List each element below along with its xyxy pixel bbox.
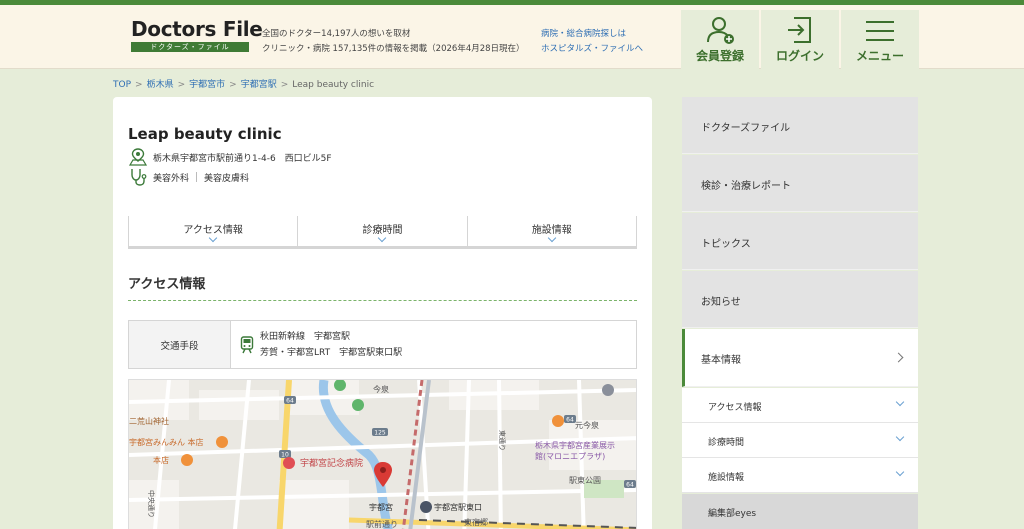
sidebar-item-basic-info[interactable]: 基本情報	[682, 329, 918, 387]
restaurant-poi-icon	[552, 415, 564, 427]
map-label-sangyo-2: 館(マロニエプラザ)	[535, 451, 605, 461]
chevron-down-icon	[895, 397, 905, 407]
school-poi-icon	[602, 384, 614, 396]
access-section-title: アクセス情報	[128, 277, 206, 292]
route-marker-64c: 64	[626, 482, 634, 489]
hamburger-menu-icon	[866, 21, 894, 41]
login-icon	[788, 17, 811, 43]
restaurant-poi-icon	[216, 436, 228, 448]
login-button[interactable]: ログイン	[761, 10, 839, 71]
sidebar-item-news[interactable]: お知らせ	[682, 271, 918, 328]
map-label-minmin: 宇都宮みんみん 本店	[129, 437, 204, 447]
chevron-right-icon	[893, 352, 904, 363]
map-label-utsunomiya: 宇都宮	[369, 502, 393, 512]
tab-facility[interactable]: 施設情報	[466, 216, 637, 246]
section-divider	[128, 300, 637, 301]
sidebar-sub-editor-eyes[interactable]: 編集部eyes	[682, 494, 918, 529]
hospitals-link-line1: 病院・総合病院探しは	[541, 29, 627, 39]
breadcrumb-current: Leap beauty clinic	[292, 80, 375, 90]
sidebar-item-label: 検診・治療レポート	[701, 181, 791, 192]
map-label-imaizumi: 今泉	[373, 384, 389, 394]
chevron-down-icon	[895, 432, 905, 442]
clinic-name: Leap beauty clinic	[128, 125, 282, 143]
tagline-line2: クリニック・病院 157,135件の情報を掲載（2026年4月28日現在）	[262, 44, 525, 54]
breadcrumb-prefecture[interactable]: 栃木県	[147, 80, 174, 90]
specialty-cosmetic-dermatology: 美容皮膚科	[204, 173, 250, 184]
sidebar-item-topics[interactable]: トピックス	[682, 213, 918, 270]
menu-label: メニュー	[855, 49, 904, 63]
specialty-divider	[196, 172, 198, 182]
map-label-ekimaedori: 駅前通り	[366, 519, 398, 529]
sidebar-item-label: ドクターズファイル	[701, 123, 791, 134]
sidebar-item-label: お知らせ	[701, 297, 741, 308]
tab-access[interactable]: アクセス情報	[128, 216, 297, 246]
chevron-down-icon	[895, 467, 905, 477]
map-pin-icon	[128, 148, 148, 166]
station-poi-icon	[420, 501, 432, 513]
doctors-file-logo[interactable]: Doctors File ドクターズ・ファイル	[131, 17, 263, 52]
clinic-address: 栃木県宇都宮市駅前通り1-4-6 西口ビル5F	[153, 153, 332, 164]
logo-main-text: Doctors File	[131, 17, 263, 41]
sidebar-sub-access[interactable]: アクセス情報	[682, 388, 918, 423]
transport-line-lrt: 芳賀・宇都宮LRT 宇都宮駅東口駅	[260, 347, 403, 358]
breadcrumb-station[interactable]: 宇都宮駅	[241, 80, 277, 90]
map-label-futaara: 二荒山神社	[129, 416, 169, 426]
sidebar-sub-hours[interactable]: 診療時間	[682, 423, 918, 458]
route-marker-64b: 64	[566, 417, 574, 424]
breadcrumb-city[interactable]: 宇都宮市	[189, 80, 225, 90]
map-label-chuo: 中央通り	[147, 490, 156, 518]
map-canvas: 64 64 64 125 10 今泉 元今泉 二荒山神社 宇都宮みんみん 本店 …	[129, 380, 636, 529]
hospitals-link-line2: ホスピタルズ・ファイルへ	[541, 44, 644, 54]
specialty-row: 美容外科 美容皮膚科	[128, 168, 249, 186]
section-tabs: アクセス情報 診療時間 施設情報	[128, 216, 637, 249]
route-marker-64a: 64	[286, 398, 294, 405]
route-marker-125: 125	[374, 430, 386, 437]
transport-label: 交通手段	[129, 321, 231, 368]
menu-button[interactable]: メニュー	[841, 10, 919, 71]
sidebar-sub-facility[interactable]: 施設情報	[682, 458, 918, 493]
park-poi-icon	[352, 399, 364, 411]
login-label: ログイン	[775, 49, 824, 63]
map-label-higashi-dori: 東通り	[498, 430, 507, 451]
hospitals-file-link[interactable]: 病院・総合病院探しは ホスピタルズ・ファイルへ	[541, 27, 643, 57]
tagline-line1: 全国のドクター14,197人の想いを取材	[262, 29, 411, 39]
transport-values: 秋田新幹線 宇都宮駅 芳賀・宇都宮LRT 宇都宮駅東口駅	[231, 321, 636, 368]
map-label-motoimaizumi: 元今泉	[575, 420, 599, 430]
train-icon	[240, 335, 254, 353]
specialty-cosmetic-surgery: 美容外科	[153, 173, 190, 184]
member-register-label: 会員登録	[695, 49, 744, 63]
transport-table: 交通手段 秋田新幹線 宇都宮駅 芳賀・宇都宮LRT 宇都宮駅東口駅	[128, 320, 637, 369]
sidebar-sub-label: 施設情報	[708, 473, 745, 483]
sidebar-item-label: トピックス	[701, 239, 751, 250]
site-tagline: 全国のドクター14,197人の想いを取材 クリニック・病院 157,135件の情…	[262, 27, 525, 57]
transport-lines: 秋田新幹線 宇都宮駅 芳賀・宇都宮LRT 宇都宮駅東口駅	[260, 329, 402, 361]
breadcrumb: TOP > 栃木県 > 宇都宮市 > 宇都宮駅 > Leap beauty clinic	[113, 80, 375, 90]
map-label-kinen-hospital: 宇都宮記念病院	[300, 457, 363, 469]
member-register-button[interactable]: 会員登録	[681, 10, 759, 71]
sidebar-sub-label: アクセス情報	[708, 403, 762, 413]
map-label-sangyo-1: 栃木県宇都宮産業展示	[535, 440, 615, 450]
hospital-poi-icon	[283, 457, 295, 469]
map-label-ekihigashiguchi: 宇都宮駅東口	[434, 502, 482, 512]
sidebar-sub-label: 編集部eyes	[708, 509, 757, 519]
clinic-card: Leap beauty clinic 栃木県宇都宮市駅前通り1-4-6 西口ビル…	[113, 97, 652, 529]
tab-hours[interactable]: 診療時間	[297, 216, 466, 246]
sidebar-item-doctors-file[interactable]: ドクターズファイル	[682, 97, 918, 154]
sidebar-sub-label: 診療時間	[708, 438, 745, 448]
map-label-higashijuku: 東宿郷	[464, 517, 488, 527]
address-row: 栃木県宇都宮市駅前通り1-4-6 西口ビル5F	[128, 148, 332, 166]
map-label-honten: 本店	[153, 455, 169, 465]
logo-sub-text: ドクターズ・ファイル	[131, 42, 249, 52]
transport-line-shinkansen: 秋田新幹線 宇都宮駅	[260, 331, 351, 342]
restaurant-poi-icon	[181, 454, 193, 466]
breadcrumb-top[interactable]: TOP	[113, 80, 131, 90]
sidebar-item-reports[interactable]: 検診・治療レポート	[682, 155, 918, 212]
site-header: Doctors File ドクターズ・ファイル 全国のドクター14,197人の想…	[0, 5, 1024, 71]
sidebar-item-label: 基本情報	[701, 355, 741, 366]
user-add-icon	[707, 17, 734, 44]
map-label-ekihigashi-park: 駅東公園	[569, 475, 601, 485]
stethoscope-icon	[131, 169, 147, 186]
access-map[interactable]: 64 64 64 125 10 今泉 元今泉 二荒山神社 宇都宮みんみん 本店 …	[128, 379, 637, 529]
